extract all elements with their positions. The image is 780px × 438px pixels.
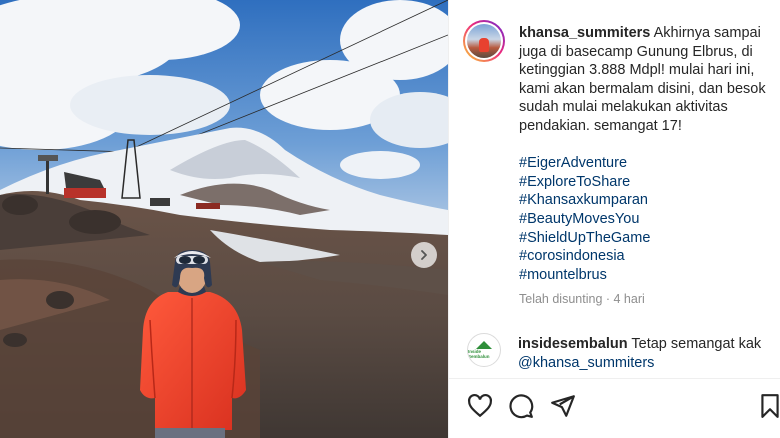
author-avatar[interactable] — [463, 20, 505, 62]
mountain-photo — [0, 0, 448, 438]
comment-mention[interactable]: @khansa_summiters — [518, 355, 654, 371]
chevron-right-icon — [421, 250, 427, 260]
hashtag-list: #EigerAdventure #ExploreToShare #Khansax… — [519, 154, 780, 284]
comment-text: insidesembalun Tetap semangat kak @khans… — [518, 335, 770, 372]
hashtag-link[interactable]: #Khansaxkumparan — [519, 191, 780, 210]
hashtag-link[interactable]: #ExploreToShare — [519, 173, 780, 192]
hashtag-link[interactable]: #ShieldUpTheGame — [519, 229, 780, 248]
post-actions-bar — [449, 378, 780, 438]
next-photo-button[interactable] — [411, 242, 437, 268]
post-timestamp: Telah disunting · 4 hari — [519, 292, 645, 307]
like-heart-icon[interactable] — [467, 393, 493, 419]
commenter-logo-text: Inside Sembalun — [468, 349, 490, 359]
comment-body: Tetap semangat kak — [631, 336, 762, 352]
hashtag-link[interactable]: #corosindonesia — [519, 247, 780, 266]
send-icon[interactable] — [550, 393, 576, 419]
bookmark-icon[interactable] — [757, 393, 780, 419]
hashtag-link[interactable]: #BeautyMovesYou — [519, 210, 780, 229]
hashtag-link[interactable]: #mountelbrus — [519, 266, 780, 285]
caption-text: khansa_summiters Akhirnya sampai juga di… — [519, 24, 780, 309]
caption-body: Akhirnya sampai juga di basecamp Gunung … — [519, 25, 766, 134]
commenter-avatar[interactable]: Inside Sembalun — [467, 333, 501, 367]
commenter-username[interactable]: insidesembalun — [518, 336, 628, 352]
hashtag-link[interactable]: #EigerAdventure — [519, 154, 780, 173]
author-username[interactable]: khansa_summiters — [519, 25, 650, 41]
post-photo[interactable] — [0, 0, 448, 438]
post-side-panel: khansa_summiters Akhirnya sampai juga di… — [448, 0, 780, 438]
mountain-logo-icon — [476, 341, 492, 349]
comment-icon[interactable] — [508, 393, 534, 419]
